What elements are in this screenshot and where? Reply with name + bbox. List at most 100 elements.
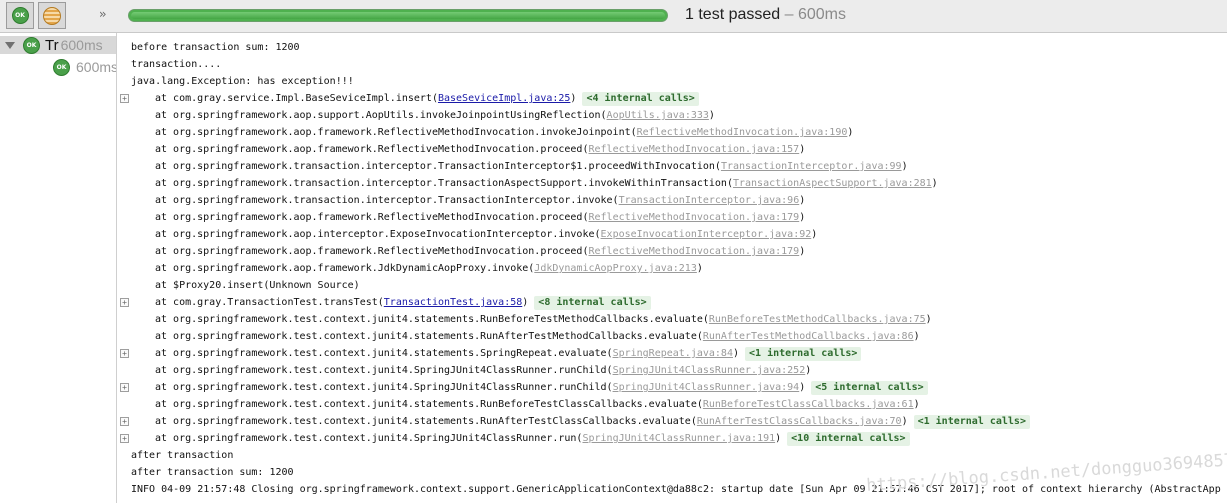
stack-trace-line: at org.springframework.aop.framework.Ref… [118, 141, 805, 158]
console-text-line: INFO 04-09 21:57:48 Closing org.springfr… [118, 481, 1221, 498]
stack-frame-method: at org.springframework.test.context.juni… [155, 314, 709, 325]
stack-trace-line: at org.springframework.aop.framework.Jdk… [118, 260, 703, 277]
expand-frames-icon[interactable]: + [120, 298, 129, 307]
stack-frame-close: ) [799, 212, 806, 223]
expand-frames-icon[interactable]: + [120, 417, 129, 426]
source-file-link[interactable]: RunBeforeTestMethodCallbacks.java:75 [709, 314, 926, 325]
console-text-line: java.lang.Exception: has exception!!! [118, 73, 354, 90]
show-passed-button[interactable]: OK [6, 2, 34, 29]
stack-frame-close: ) [805, 365, 812, 376]
stack-frame-method: at org.springframework.test.context.juni… [155, 399, 703, 410]
stack-frame-close: ) [901, 416, 908, 427]
source-file-link[interactable]: SpringJUnit4ClassRunner.java:252 [613, 365, 806, 376]
stack-frame: at org.springframework.transaction.inter… [118, 158, 908, 175]
stack-trace-line: + at org.springframework.test.context.jun… [118, 379, 928, 396]
source-file-link[interactable]: TransactionInterceptor.java:96 [619, 195, 800, 206]
console-text: java.lang.Exception: has exception!!! [131, 76, 354, 87]
source-file-link[interactable]: TransactionAspectSupport.java:281 [733, 178, 932, 189]
test-runner-toolbar: OK ›› 1 test passed – 600ms [0, 0, 1227, 33]
stack-frame: at com.gray.service.Impl.BaseSeviceImpl.… [118, 90, 576, 107]
stack-frame-close: ) [799, 246, 806, 257]
internal-calls-badge[interactable]: <1 internal calls> [745, 346, 862, 361]
stack-frame-method: at org.springframework.transaction.inter… [155, 161, 721, 172]
console-clipped-line: . . . . . . . . . . . . . . . . . . . . … [128, 33, 760, 37]
source-file-link[interactable]: RunAfterTestClassCallbacks.java:70 [697, 416, 902, 427]
source-file-link[interactable]: SpringRepeat.java:84 [613, 348, 733, 359]
stack-frame-close: ) [799, 144, 806, 155]
stack-trace-line: at org.springframework.aop.support.AopUt… [118, 107, 715, 124]
stack-trace-line: at org.springframework.test.context.juni… [118, 311, 932, 328]
internal-calls-badge[interactable]: <8 internal calls> [534, 295, 651, 310]
stack-frame-method: at org.springframework.aop.framework.Ref… [155, 212, 589, 223]
expand-toolbar-chevron-icon[interactable]: ›› [99, 7, 106, 21]
test-tree-panel: OK Tr 600ms OK 600ms [0, 33, 117, 503]
stack-frame: at org.springframework.aop.framework.Ref… [118, 141, 805, 158]
stack-frame: at com.gray.TransactionTest.transTest(Tr… [118, 294, 528, 311]
source-file-link[interactable]: SpringJUnit4ClassRunner.java:191 [582, 433, 775, 444]
stack-frame-close: ) [775, 433, 782, 444]
internal-calls-badge[interactable]: <4 internal calls> [582, 91, 699, 106]
source-file-link[interactable]: AopUtils.java:333 [607, 110, 709, 121]
stack-frame-method: at $Proxy20.insert(Unknown Source) [155, 280, 360, 291]
stack-trace-line: at $Proxy20.insert(Unknown Source) [118, 277, 360, 294]
source-file-link[interactable]: SpringJUnit4ClassRunner.java:94 [613, 382, 800, 393]
stack-frame-close: ) [913, 399, 920, 410]
stack-frame-method: at com.gray.service.Impl.BaseSeviceImpl.… [155, 93, 438, 104]
stack-frame-close: ) [708, 110, 715, 121]
console-text: after transaction sum: 1200 [131, 467, 294, 478]
stack-trace-line: at org.springframework.aop.framework.Ref… [118, 209, 805, 226]
console-text-line: after transaction [118, 447, 233, 464]
source-file-link[interactable]: ReflectiveMethodInvocation.java:190 [637, 127, 848, 138]
test-class-duration: 600ms [60, 37, 103, 53]
stack-frame: at org.springframework.aop.interceptor.E… [118, 226, 817, 243]
expand-frames-icon[interactable]: + [120, 94, 129, 103]
source-file-link[interactable]: RunAfterTestMethodCallbacks.java:86 [703, 331, 914, 342]
stack-trace-line: + at com.gray.service.Impl.BaseSeviceImpl… [118, 90, 699, 107]
source-file-link[interactable]: ReflectiveMethodInvocation.java:179 [588, 212, 799, 223]
stack-frame: at org.springframework.transaction.inter… [118, 192, 805, 209]
stack-trace-line: at org.springframework.aop.interceptor.E… [118, 226, 817, 243]
internal-calls-badge[interactable]: <1 internal calls> [913, 414, 1030, 429]
test-class-name: Tr [45, 36, 59, 54]
stack-frame-method: at org.springframework.aop.framework.Ref… [155, 246, 589, 257]
stack-trace-line: + at org.springframework.test.context.jun… [118, 345, 862, 362]
expand-frames-icon[interactable]: + [120, 349, 129, 358]
stack-frame: at org.springframework.test.context.juni… [118, 328, 920, 345]
stack-frame-close: ) [696, 263, 703, 274]
source-file-link[interactable]: TransactionInterceptor.java:99 [721, 161, 902, 172]
console-output[interactable]: . . . . . . . . . . . . . . . . . . . . … [118, 33, 1227, 503]
stack-frame: at org.springframework.transaction.inter… [118, 175, 938, 192]
test-tree-root[interactable]: OK Tr 600ms [0, 36, 116, 54]
test-status-summary: 1 test passed – 600ms [685, 6, 846, 24]
stack-frame-method: at org.springframework.aop.interceptor.E… [155, 229, 601, 240]
source-file-link[interactable]: JdkDynamicAopProxy.java:213 [534, 263, 697, 274]
show-ignored-button[interactable] [38, 2, 66, 29]
internal-calls-badge[interactable]: <10 internal calls> [787, 431, 910, 446]
expand-frames-icon[interactable]: + [120, 383, 129, 392]
source-file-link[interactable]: ExposeInvocationInterceptor.java:92 [601, 229, 812, 240]
stack-trace-line: at org.springframework.transaction.inter… [118, 192, 805, 209]
stack-frame-method: at com.gray.TransactionTest.transTest( [155, 297, 384, 308]
console-text: before transaction sum: 1200 [131, 42, 300, 53]
stack-trace-line: at org.springframework.test.context.juni… [118, 328, 920, 345]
test-progress-bar [128, 9, 668, 22]
stack-frame: at org.springframework.aop.support.AopUt… [118, 107, 715, 124]
source-file-link[interactable]: BaseSeviceImpl.java:25 [438, 93, 570, 104]
source-file-link[interactable]: ReflectiveMethodInvocation.java:179 [588, 246, 799, 257]
stack-frame-method: at org.springframework.test.context.juni… [155, 365, 613, 376]
stack-frame-close: ) [799, 382, 806, 393]
stack-frame-close: ) [931, 178, 938, 189]
stack-frame-method: at org.springframework.test.context.juni… [155, 331, 703, 342]
internal-calls-badge[interactable]: <5 internal calls> [811, 380, 928, 395]
source-file-link[interactable]: TransactionTest.java:58 [384, 297, 522, 308]
stack-frame-method: at org.springframework.test.context.juni… [155, 416, 697, 427]
stack-frame-method: at org.springframework.transaction.inter… [155, 195, 619, 206]
stack-frame-close: ) [847, 127, 854, 138]
test-tree-method[interactable]: OK 600ms [53, 58, 116, 76]
expand-frames-icon[interactable]: + [120, 434, 129, 443]
collapse-arrow-icon[interactable] [5, 41, 15, 49]
stack-frame-method: at org.springframework.test.context.juni… [155, 348, 613, 359]
status-main-text: 1 test passed [685, 6, 781, 23]
source-file-link[interactable]: RunBeforeTestClassCallbacks.java:61 [703, 399, 914, 410]
source-file-link[interactable]: ReflectiveMethodInvocation.java:157 [588, 144, 799, 155]
